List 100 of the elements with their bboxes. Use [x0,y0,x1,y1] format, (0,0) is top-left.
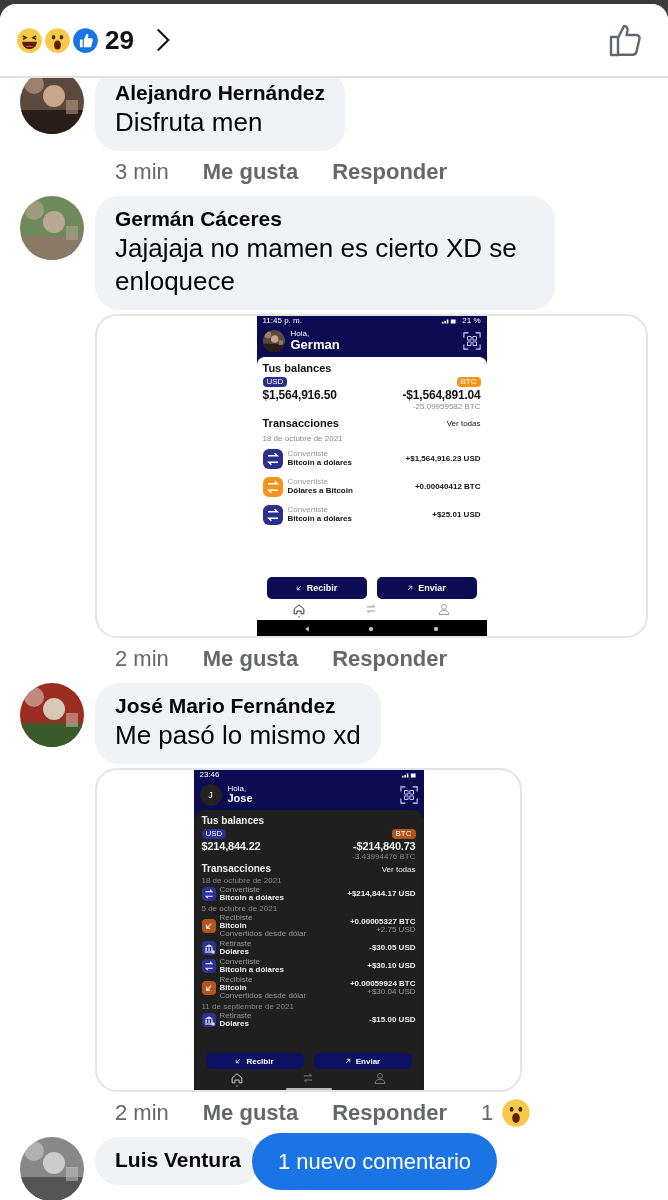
signal-icon [401,772,418,778]
reply-link[interactable]: Responder [332,1098,448,1128]
surprised-emoji-icon [44,26,71,54]
balance-amount: $214,844.22 [201,840,261,852]
transaction-type: Retiraste [219,940,252,948]
transaction-note: Convertidos desde dólar [219,992,307,1000]
currency-tag: BTC [391,829,416,839]
currency-tag: BTC [456,377,481,388]
receive-button[interactable]: Recibir [266,577,367,599]
send-button[interactable]: Enviar [313,1053,412,1069]
transaction-amount: -$30.05 USD [369,944,416,952]
attachment-frame[interactable] [95,314,648,638]
author-name[interactable]: José Mario Fernández [115,693,361,719]
reaction-count[interactable]: 29 [105,24,134,56]
like-link[interactable]: Me gusta [202,1098,299,1128]
chevron-right-icon[interactable] [155,27,170,53]
transaction-subamount: +2.75 USD [376,926,416,934]
author-name[interactable]: Germán Cáceres [115,206,535,232]
user-name: Jose [227,793,253,805]
transaction-amount: -$15.00 USD [369,1016,416,1024]
reaction-count[interactable]: 1 [481,1098,494,1128]
transaction-type: Convertiste [287,506,329,516]
transaction-type: Convertiste [219,958,261,966]
transaction-type: Recibiste [219,914,254,922]
qr-scan-icon[interactable] [399,786,418,804]
section-title: Tus balances [201,815,266,827]
greeting: Hola, [290,330,311,339]
laughing-emoji-icon [16,26,43,54]
profile-icon[interactable] [372,1071,387,1087]
author-name[interactable]: Luis Ventura [115,1147,242,1173]
comment-time: 3 min [115,158,169,186]
home-button-icon[interactable] [368,626,375,632]
transaction-type: Convertiste [219,886,261,894]
send-button[interactable]: Enviar [376,577,477,599]
section-title: Tus balances [262,362,333,376]
transaction-amount: +0.00040412 BTC [414,482,481,492]
see-all-link[interactable]: Ver todas [446,419,481,429]
status-time: 23:46 [199,770,220,780]
date-label: 5 de octubre de 2021 [201,904,279,913]
arrow-icon [407,585,414,591]
like-link[interactable]: Me gusta [202,644,299,674]
comment-text: Me pasó lo mismo xd [115,719,361,752]
transaction-subamount: +$30.04 USD [367,988,416,996]
user-name: German [290,338,340,353]
section-title: Transacciones [262,417,339,431]
comment-time: 2 min [115,645,169,673]
arrow-icon [235,1058,242,1064]
date-label: 18 de octubre de 2021 [262,434,344,444]
transaction-title: Dólares [219,948,250,956]
balance-amount: $1,564,916.50 [262,388,337,403]
btc-amount: -3.43994476 BTC [351,852,416,861]
transaction-title: Dólares a Bitcoin [287,487,353,496]
transaction-title: Bitcoin [219,922,248,930]
transaction-title: Dólares [219,1020,250,1028]
see-all-link[interactable]: Ver todas [381,864,416,874]
comment-time: 2 min [115,1099,169,1127]
profile-icon[interactable] [437,602,452,618]
transaction-title: Bitcoin a dólares [287,459,352,468]
attachment-frame[interactable] [95,768,522,1092]
transaction-title: Bitcoin a dólares [219,894,284,902]
thumbs-up-icon[interactable] [608,22,644,58]
home-icon[interactable] [291,602,306,618]
btc-amount: -25.09959582 BTC [411,402,481,412]
like-icon [72,26,99,54]
greeting: Hola, [227,785,248,794]
author-name[interactable]: Alejandro Hernández [115,80,326,106]
battery-level: 21 % [462,316,481,326]
recents-icon[interactable] [433,626,440,632]
transaction-amount: +0.00005327 BTC [349,918,416,926]
transaction-type: Convertiste [287,450,329,460]
avatar: J [199,784,222,806]
home-icon[interactable] [230,1071,245,1087]
arrow-icon [295,585,302,591]
section-title: Transacciones [201,863,271,875]
transaction-type: Retiraste [219,1012,252,1020]
reply-link[interactable]: Responder [332,157,448,187]
date-label: 18 de octubre de 2021 [201,876,283,885]
signal-icon [442,318,459,324]
transaction-title: Bitcoin [219,984,248,992]
transaction-type: Recibiste [219,976,254,984]
transaction-amount: +$25.01 USD [432,510,481,520]
transaction-amount: +0.00059924 BTC [349,980,416,988]
transaction-type: Convertiste [287,478,329,488]
transaction-amount: +$1,564,916.23 USD [405,454,481,464]
balance-amount: -$214,840.73 [353,840,416,852]
new-comment-toast[interactable]: 1 nuevo comentario [252,1133,497,1190]
qr-scan-icon[interactable] [462,332,481,350]
transaction-title: Bitcoin a dólares [219,966,284,974]
balance-amount: -$1,564,891.04 [402,388,481,403]
receive-button[interactable]: Recibir [205,1053,304,1069]
like-link[interactable]: Me gusta [202,157,299,187]
transaction-amount: +$30.10 USD [367,962,416,970]
surprised-emoji-icon [501,1098,532,1128]
transaction-title: Bitcoin a dólares [287,515,352,524]
reply-link[interactable]: Responder [332,644,448,674]
comment-text: Disfruta men [115,106,264,139]
back-icon[interactable] [303,626,310,632]
currency-tag: USD [201,829,227,839]
date-label: 11 de septiembre de 2021 [201,1002,295,1011]
arrow-icon [344,1058,351,1064]
